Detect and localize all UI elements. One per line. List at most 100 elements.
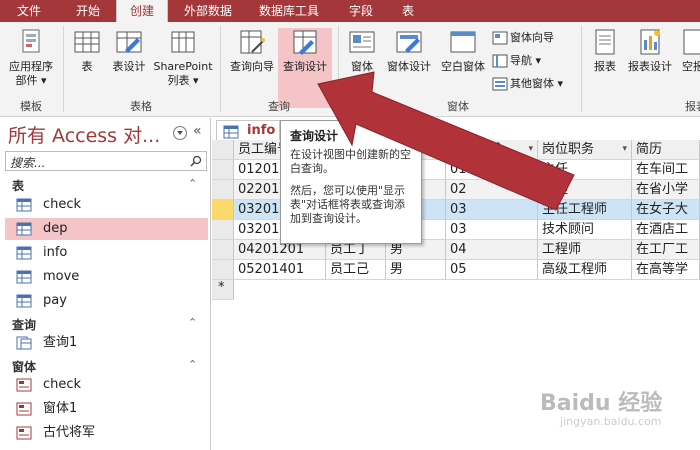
- nav-item-table-info[interactable]: info: [5, 242, 208, 264]
- table-cell[interactable]: 在酒店工: [632, 220, 700, 240]
- tab-database-tools[interactable]: 数据库工具: [248, 0, 330, 22]
- table-cell[interactable]: 技术顾问: [538, 220, 632, 240]
- query-design-icon: [293, 30, 317, 55]
- tab-table[interactable]: 表: [388, 0, 428, 22]
- blank-report-icon: [683, 29, 700, 55]
- app-parts-button[interactable]: 应用程序 部件 ▾: [3, 28, 59, 108]
- select-all-corner[interactable]: [212, 140, 234, 160]
- query-design-button[interactable]: 查询设计: [278, 28, 332, 108]
- table-cell[interactable]: 02: [446, 180, 538, 200]
- tab-fields[interactable]: 字段: [338, 0, 384, 22]
- table-cell[interactable]: 在工厂工: [632, 240, 700, 260]
- table-cell[interactable]: 男: [386, 260, 446, 280]
- watermark-url: jingyan.baidu.com: [560, 415, 662, 428]
- report-design-button[interactable]: 报表设计: [624, 28, 676, 108]
- table-cell[interactable]: 04: [446, 240, 538, 260]
- table-cell[interactable]: 03: [446, 200, 538, 220]
- more-forms-button[interactable]: 其他窗体 ▾: [492, 74, 563, 94]
- table-cell[interactable]: 主任: [538, 160, 632, 180]
- report-design-icon: [640, 29, 660, 55]
- row-selector[interactable]: [212, 260, 234, 280]
- report-label: 报表: [594, 60, 616, 73]
- group-label-reports: 报表: [685, 100, 700, 113]
- nav-section-forms[interactable]: 窗体: [12, 358, 36, 375]
- table-cell[interactable]: 在女子大: [632, 200, 700, 220]
- blank-report-button[interactable]: 空报: [678, 28, 700, 108]
- nav-pane-title[interactable]: 所有 Access 对...: [8, 121, 160, 148]
- table-cell[interactable]: 05201401: [234, 260, 326, 280]
- report-design-label: 报表设计: [628, 60, 672, 73]
- report-button[interactable]: 报表: [588, 28, 622, 108]
- table-cell[interactable]: 工程师: [538, 240, 632, 260]
- dropdown-arrow-icon: ▾: [192, 74, 199, 87]
- tab-create[interactable]: 创建: [116, 0, 168, 22]
- table-icon: [16, 270, 32, 284]
- nav-item-table-dep[interactable]: dep: [5, 218, 208, 240]
- table-cell[interactable]: 主任工程师: [538, 200, 632, 220]
- sort-arrow-icon[interactable]: ▾: [528, 140, 533, 159]
- table-label: 表: [81, 60, 93, 73]
- table-cell[interactable]: 在省小学: [632, 180, 700, 200]
- table-cell[interactable]: 员工己: [326, 260, 386, 280]
- column-header[interactable]: 岗位职务 ▾: [538, 140, 632, 160]
- nav-item-form-generals[interactable]: 古代将军: [5, 422, 208, 444]
- table-design-button[interactable]: 表设计: [108, 28, 150, 108]
- sort-arrow-icon[interactable]: ▾: [622, 140, 627, 159]
- blank-form-button[interactable]: 空白窗体: [436, 28, 490, 108]
- nav-section-queries[interactable]: 查询: [12, 316, 36, 333]
- sharepoint-label: SharePoint: [153, 60, 213, 73]
- tab-file[interactable]: 文件: [0, 0, 58, 22]
- collapse-pane-icon[interactable]: «: [193, 123, 202, 139]
- baidu-watermark-logo: Baidu 经验: [540, 391, 663, 416]
- document-tab-info[interactable]: info: [216, 120, 280, 140]
- tab-home[interactable]: 开始: [62, 0, 114, 22]
- nav-item-form-check[interactable]: check: [5, 374, 208, 396]
- column-header[interactable]: 部门编号 ▾: [446, 140, 538, 160]
- table-button[interactable]: 表: [70, 28, 104, 108]
- form-design-button[interactable]: 窗体设计: [383, 28, 435, 108]
- row-selector[interactable]: [212, 160, 234, 180]
- chevron-up-icon[interactable]: ⌃: [188, 316, 197, 329]
- column-header-label: 简历: [636, 142, 663, 157]
- nav-pane-menu-icon[interactable]: [173, 126, 187, 140]
- form-wizard-button[interactable]: 窗体向导: [492, 28, 554, 48]
- new-record-row[interactable]: *: [212, 280, 700, 300]
- nav-item-table-check[interactable]: check: [5, 194, 208, 216]
- chevron-up-icon[interactable]: ⌃: [188, 358, 197, 371]
- row-selector[interactable]: [212, 240, 234, 260]
- nav-item-form-1[interactable]: 窗体1: [5, 398, 208, 420]
- nav-search-input[interactable]: 搜索...: [5, 151, 207, 171]
- tooltip-line-1: 在设计视图中创建新的空白查询。: [290, 148, 411, 175]
- ribbon: 应用程序 部件 ▾ 模板 表 表设计 SharePoint 列表 ▾ 表格 查询…: [0, 22, 700, 117]
- blank-form-icon: [450, 31, 476, 53]
- form-button[interactable]: 窗体: [343, 28, 381, 108]
- nav-item-table-pay[interactable]: pay: [5, 290, 208, 312]
- nav-item-table-move[interactable]: move: [5, 266, 208, 288]
- nav-section-tables[interactable]: 表: [12, 177, 24, 194]
- sort-arrow-icon[interactable]: ▾: [436, 140, 441, 159]
- table-cell[interactable]: 01: [446, 160, 538, 180]
- table-cell[interactable]: 在高等学: [632, 260, 700, 280]
- column-header[interactable]: 简历: [632, 140, 700, 160]
- row-selector[interactable]: [212, 220, 234, 240]
- document-tab-label: info: [247, 123, 276, 138]
- table-cell[interactable]: 高级工程师: [538, 260, 632, 280]
- search-icon[interactable]: [190, 155, 202, 167]
- row-selector[interactable]: [212, 180, 234, 200]
- nav-item-query-1[interactable]: 查询1: [5, 332, 208, 354]
- nav-item-label: check: [43, 197, 82, 212]
- row-selector[interactable]: [212, 200, 234, 220]
- chevron-up-icon[interactable]: ⌃: [188, 177, 197, 190]
- navigation-button[interactable]: 导航 ▾: [492, 51, 541, 71]
- tab-external-data[interactable]: 外部数据: [170, 0, 246, 22]
- form-wizard-icon: [492, 31, 508, 45]
- table-cell[interactable]: 03: [446, 220, 538, 240]
- table-cell[interactable]: 助理: [538, 180, 632, 200]
- group-label-forms: 窗体: [447, 100, 469, 113]
- nav-item-label: pay: [43, 293, 67, 308]
- table-design-icon: [116, 31, 142, 53]
- query-wizard-button[interactable]: 查询向导: [226, 28, 278, 108]
- table-cell[interactable]: 在车间工: [632, 160, 700, 180]
- table-cell[interactable]: 05: [446, 260, 538, 280]
- sharepoint-list-button[interactable]: SharePoint 列表 ▾: [150, 28, 216, 108]
